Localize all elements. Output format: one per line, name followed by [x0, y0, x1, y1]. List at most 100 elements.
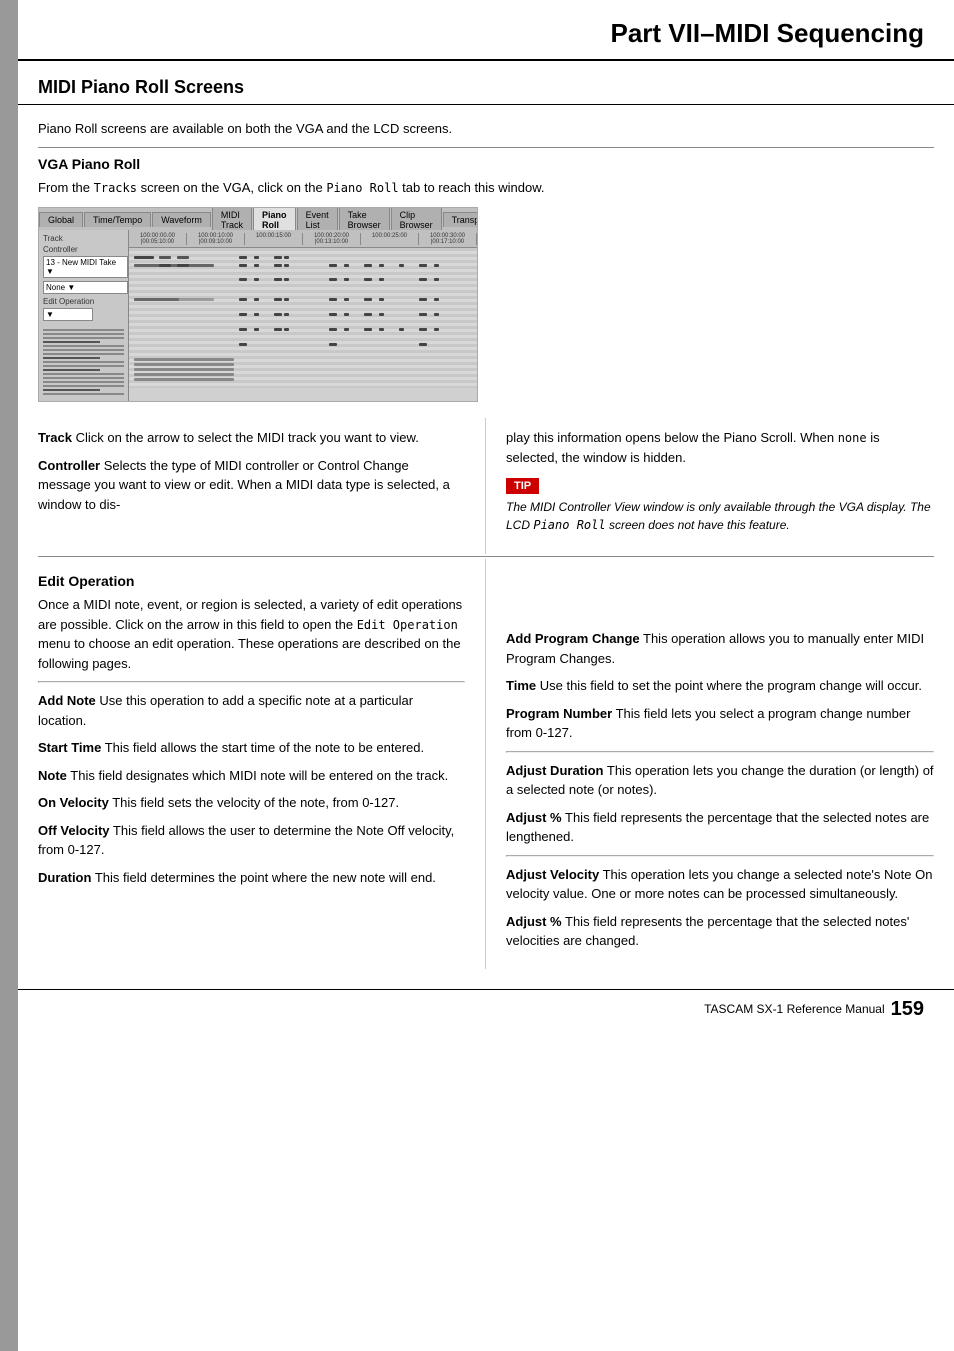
- midi-note-41: [379, 298, 384, 301]
- midi-note-40: [364, 298, 372, 301]
- part-title: Part VII–MIDI Sequencing: [610, 18, 924, 48]
- midi-note-48: [329, 313, 337, 316]
- midi-note-12: [254, 264, 259, 267]
- vga-section: VGA Piano Roll From the Tracks screen on…: [18, 156, 954, 198]
- duration-description: Duration This field determines the point…: [38, 868, 465, 888]
- midi-note-61: [379, 328, 384, 331]
- program-number-term: Program Number: [506, 706, 612, 721]
- on-velocity-description: On Velocity This field sets the velocity…: [38, 793, 465, 813]
- midi-note-58: [329, 328, 337, 331]
- pr-tab-waveform: Waveform: [152, 212, 211, 227]
- midi-note-36: [274, 298, 282, 301]
- midi-note-63: [419, 328, 427, 331]
- pr-controller-dropdown[interactable]: None ▼: [43, 281, 128, 294]
- midi-note-68: [134, 358, 234, 361]
- midi-note-33: [134, 298, 214, 301]
- right-op-col: Add Program Change This operation allows…: [486, 559, 954, 969]
- pr-left-panel: Track Controller 13 - New MIDI Take ▼ No…: [39, 230, 129, 402]
- pr-tabs-row: Global Time/Tempo Waveform MIDI Track Pi…: [39, 208, 477, 230]
- pr-tab-timetempo: Time/Tempo: [84, 212, 151, 227]
- track-text: Click on the arrow to select the MIDI tr…: [76, 430, 419, 445]
- midi-note-45: [254, 313, 259, 316]
- midi-note-52: [419, 313, 427, 316]
- vga-description: From the Tracks screen on the VGA, click…: [38, 178, 934, 198]
- pr-tab-takebrowser: Take Browser: [339, 207, 390, 232]
- midi-note-20: [419, 264, 427, 267]
- midi-note-57: [284, 328, 289, 331]
- pr-timecode-5: 100:00:25:00: [361, 233, 419, 245]
- description-columns: Track Click on the arrow to select the M…: [18, 418, 954, 554]
- sidebar-bar: [0, 0, 18, 1351]
- pr-timecode-4: 100:00:20:00|00:13:10:00: [303, 233, 361, 245]
- midi-note-30: [419, 278, 427, 281]
- midi-note-39: [344, 298, 349, 301]
- midi-note-1: [134, 256, 154, 259]
- midi-note-27: [344, 278, 349, 281]
- add-pc-term: Add Program Change: [506, 631, 640, 646]
- midi-note-47: [284, 313, 289, 316]
- midi-note-3: [177, 256, 189, 259]
- pr-right-panel: 100:00:00.00|00:05:10:00 100:00:10:00|00…: [129, 230, 477, 402]
- pr-tab-global: Global: [39, 212, 83, 227]
- midi-note-7: [284, 256, 289, 259]
- midi-note-28: [364, 278, 372, 281]
- midi-note-13: [274, 264, 282, 267]
- midi-note-26: [329, 278, 337, 281]
- edit-op-columns: Edit Operation Once a MIDI note, event, …: [18, 559, 954, 969]
- pr-tab-eventlist: Event List: [297, 207, 338, 232]
- duration-term: Duration: [38, 870, 91, 885]
- piano-roll-term: Piano Roll: [326, 181, 398, 195]
- midi-note-38: [329, 298, 337, 301]
- footer-text: TASCAM SX-1 Reference Manual: [704, 1002, 885, 1016]
- tip-piano-roll-term: Piano Roll: [533, 518, 605, 532]
- edit-op-left-col: Edit Operation Once a MIDI note, event, …: [18, 559, 486, 969]
- midi-note-14: [284, 264, 289, 267]
- midi-note-51: [379, 313, 384, 316]
- pr-edit-op-dropdown[interactable]: ▼: [43, 308, 93, 321]
- note-description: Note This field designates which MIDI no…: [38, 766, 465, 786]
- vga-subtitle: VGA Piano Roll: [38, 156, 934, 172]
- midi-note-60: [364, 328, 372, 331]
- pr-tab-pianoroll[interactable]: Piano Roll: [253, 207, 296, 232]
- part-header: Part VII–MIDI Sequencing: [18, 0, 954, 61]
- controller-term: Controller: [38, 458, 100, 473]
- midi-note-59: [344, 328, 349, 331]
- midi-note-71: [134, 373, 234, 376]
- adjust-duration-term: Adjust Duration: [506, 763, 604, 778]
- midi-note-65: [239, 343, 247, 346]
- start-time-description: Start Time This field allows the start t…: [38, 738, 465, 758]
- edit-op-term: Edit Operation: [357, 618, 458, 632]
- midi-note-29: [379, 278, 384, 281]
- off-velocity-term: Off Velocity: [38, 823, 110, 838]
- time-pc-term: Time: [506, 678, 536, 693]
- midi-note-11: [239, 264, 247, 267]
- left-description-col: Track Click on the arrow to select the M…: [18, 418, 486, 554]
- midi-note-42: [419, 298, 427, 301]
- midi-note-67: [419, 343, 427, 346]
- pr-body: Track Controller 13 - New MIDI Take ▼ No…: [39, 230, 477, 402]
- midi-note-50: [364, 313, 372, 316]
- tip-text: The MIDI Controller View window is only …: [506, 498, 934, 534]
- piano-roll-screenshot: Global Time/Tempo Waveform MIDI Track Pi…: [38, 207, 478, 402]
- midi-note-54: [239, 328, 247, 331]
- adjust-pct-dur-term: Adjust %: [506, 810, 562, 825]
- pr-track-dropdown[interactable]: 13 - New MIDI Take ▼: [43, 256, 128, 278]
- pr-tab-transport: Transport: [443, 212, 478, 227]
- midi-note-24: [274, 278, 282, 281]
- controller-continued: play this information opens below the Pi…: [506, 428, 934, 467]
- on-velocity-term: On Velocity: [38, 795, 109, 810]
- pr-edit-op-label: Edit Operation: [43, 297, 124, 306]
- midi-note-22: [239, 278, 247, 281]
- adjust-pct-vel-term: Adjust %: [506, 914, 562, 929]
- controller-text: Selects the type of MIDI controller or C…: [38, 458, 450, 512]
- midi-note-34: [239, 298, 247, 301]
- midi-note-17: [364, 264, 372, 267]
- midi-note-6: [274, 256, 282, 259]
- midi-note-66: [329, 343, 337, 346]
- pr-timecode-1: 100:00:00.00|00:05:10:00: [129, 233, 187, 245]
- time-pc-description: Time Use this field to set the point whe…: [506, 676, 934, 696]
- start-time-term: Start Time: [38, 740, 101, 755]
- adjust-velocity-term: Adjust Velocity: [506, 867, 599, 882]
- midi-note-19: [399, 264, 404, 267]
- adjust-pct-velocity-description: Adjust % This field represents the perce…: [506, 912, 934, 951]
